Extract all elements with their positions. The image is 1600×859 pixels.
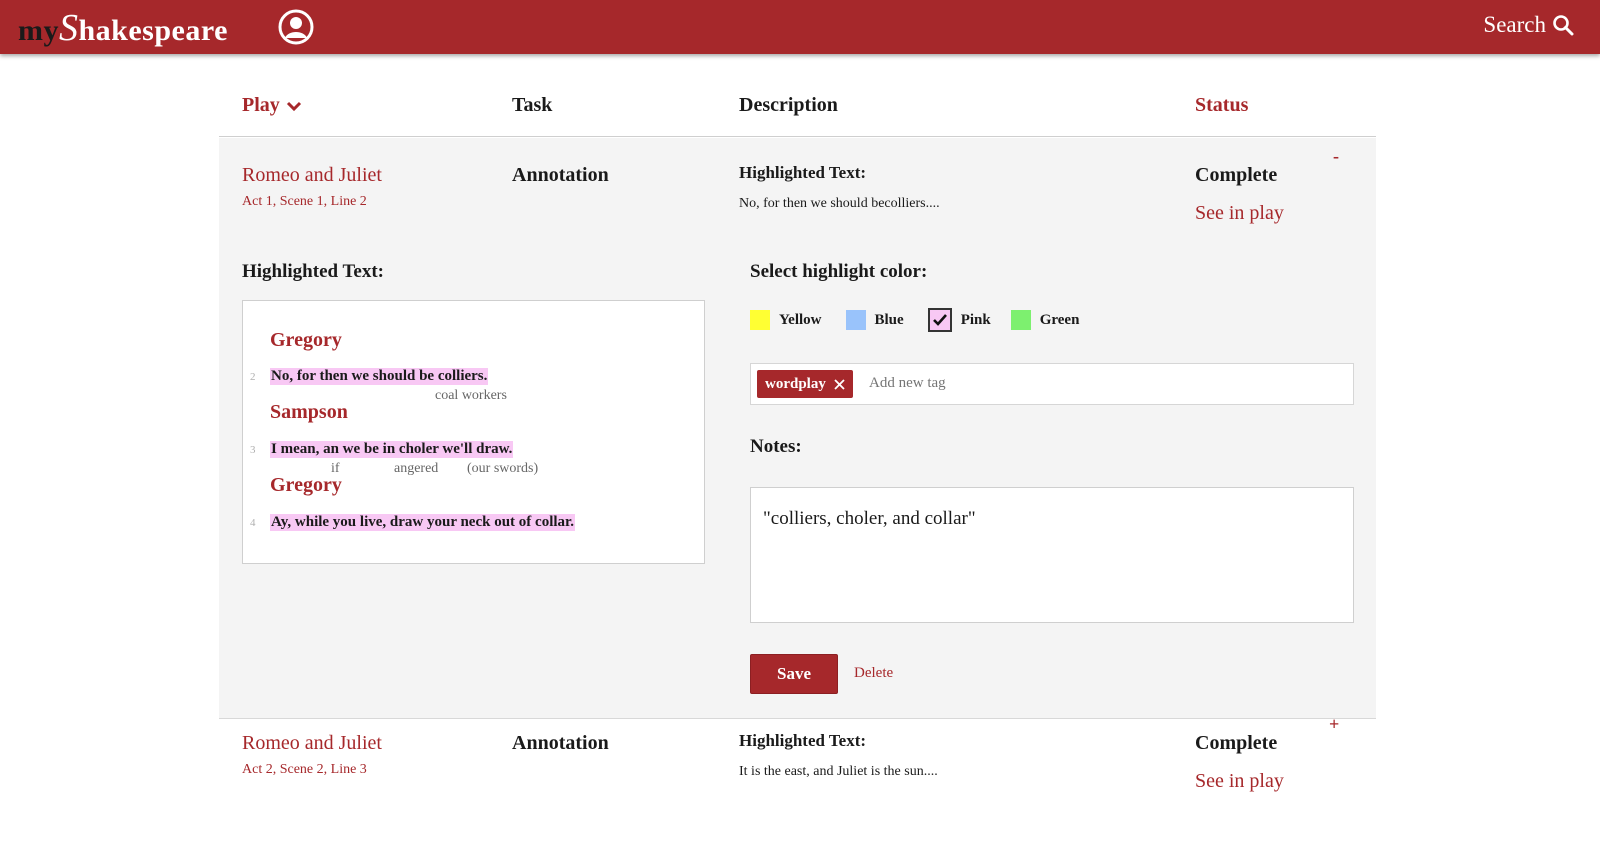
line-number: 4: [250, 517, 256, 529]
header-divider: [219, 136, 1376, 137]
play-title[interactable]: Romeo and Juliet: [242, 164, 382, 187]
gloss-note: (our swords): [467, 461, 539, 476]
speaker-name: Sampson: [270, 401, 348, 423]
column-header-description: Description: [739, 94, 838, 116]
highlight-color-label: Select highlight color:: [750, 261, 928, 282]
table-row-expanded: Romeo and Juliet Act 1, Scene 1, Line 2 …: [219, 138, 1376, 719]
new-tag-input[interactable]: [869, 375, 1329, 392]
highlight-color-picker: Yellow Blue Pink Green: [750, 308, 1103, 332]
description-label: Highlighted Text:: [739, 731, 867, 750]
search-button[interactable]: Search: [1483, 12, 1574, 38]
tag-input-box[interactable]: wordplay: [750, 363, 1354, 405]
delete-link[interactable]: Delete: [854, 665, 893, 682]
speaker-name: Gregory: [270, 474, 342, 496]
color-option-yellow[interactable]: Yellow: [750, 310, 822, 330]
table-row: Romeo and Juliet Act 2, Scene 2, Line 3 …: [219, 714, 1376, 859]
status-value: Complete: [1195, 164, 1278, 186]
gloss-note: angered: [394, 461, 439, 476]
close-icon[interactable]: [834, 378, 845, 390]
play-location[interactable]: Act 2, Scene 2, Line 3: [242, 762, 367, 778]
play-location[interactable]: Act 1, Scene 1, Line 2: [242, 194, 367, 210]
task-type: Annotation: [512, 732, 609, 754]
column-header-play[interactable]: Play: [242, 94, 302, 117]
see-in-play-link[interactable]: See in play: [1195, 770, 1284, 793]
play-title[interactable]: Romeo and Juliet: [242, 732, 382, 755]
column-header-status[interactable]: Status: [1195, 94, 1248, 117]
notes-field[interactable]: "colliers, choler, and collar": [750, 487, 1354, 623]
line-number: 3: [250, 444, 256, 456]
color-option-pink[interactable]: Pink: [927, 308, 991, 332]
color-swatch: [1010, 310, 1031, 330]
color-swatch-selected: [927, 308, 952, 332]
see-in-play-link[interactable]: See in play: [1195, 202, 1284, 225]
search-icon: [1553, 15, 1574, 36]
description-label: Highlighted Text:: [739, 163, 867, 182]
task-type: Annotation: [512, 164, 609, 186]
chevron-down-icon: [286, 101, 301, 111]
save-button[interactable]: Save: [750, 654, 838, 694]
user-account-icon[interactable]: [278, 9, 314, 45]
highlighted-text-label: Highlighted Text:: [242, 261, 384, 282]
color-option-blue[interactable]: Blue: [845, 310, 904, 330]
highlighted-line[interactable]: I mean, an we be in choler we'll draw.: [270, 441, 514, 458]
description-text: It is the east, and Juliet is the sun...…: [739, 764, 938, 779]
line-number: 2: [250, 371, 256, 383]
collapse-toggle[interactable]: -: [1333, 146, 1339, 167]
speaker-name: Gregory: [270, 329, 342, 351]
description-text: No, for then we should becolliers....: [739, 196, 940, 211]
highlighted-line[interactable]: No, for then we should be colliers.: [270, 368, 489, 385]
logo[interactable]: myShakespeare: [18, 6, 228, 50]
color-swatch: [845, 310, 866, 330]
expand-toggle[interactable]: +: [1329, 714, 1339, 735]
color-swatch: [750, 310, 770, 330]
column-header-task: Task: [512, 94, 553, 116]
status-value: Complete: [1195, 732, 1278, 754]
color-option-green[interactable]: Green: [1010, 310, 1079, 330]
highlighted-line[interactable]: Ay, while you live, draw your neck out o…: [270, 514, 576, 531]
checkmark-icon: [932, 314, 947, 326]
notes-label: Notes:: [750, 436, 802, 457]
passage-box: Gregory 2 No, for then we should be coll…: [242, 300, 705, 564]
top-bar: myShakespeare Search: [0, 0, 1600, 54]
gloss-note: coal workers: [435, 388, 507, 403]
tag-chip[interactable]: wordplay: [757, 370, 853, 398]
